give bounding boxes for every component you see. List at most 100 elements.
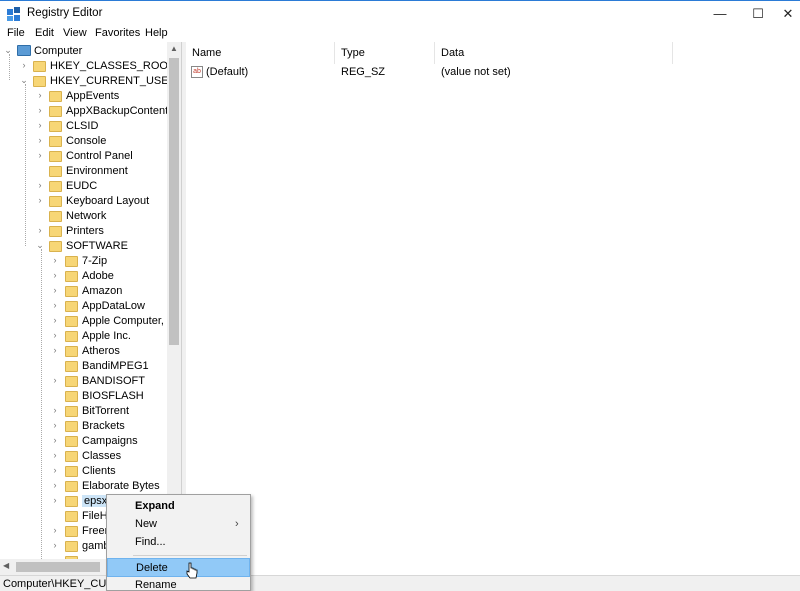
tree-item-label: Campaigns [82, 435, 138, 447]
chevron-right-icon[interactable]: › [50, 420, 60, 430]
tree-item-label: Atheros [82, 345, 120, 357]
folder-icon [65, 316, 78, 327]
chevron-right-icon[interactable]: › [50, 345, 60, 355]
tree-guide-line [9, 54, 10, 80]
chevron-right-icon[interactable]: › [50, 525, 60, 535]
menu-item-label: Rename [135, 579, 177, 591]
folder-icon [65, 406, 78, 417]
menu-item-find[interactable]: Find... [107, 533, 250, 552]
folder-icon [65, 511, 78, 522]
menu-item-label: Delete [136, 562, 168, 574]
chevron-right-icon[interactable]: › [35, 105, 45, 115]
chevron-right-icon[interactable]: › [50, 465, 60, 475]
chevron-right-icon[interactable]: › [35, 225, 45, 235]
tree-item-label: HKEY_CLASSES_ROOT [50, 60, 175, 72]
mouse-cursor-icon [186, 562, 198, 579]
tree-item-label: Clients [82, 465, 116, 477]
menu-item-delete[interactable]: Delete [107, 558, 250, 577]
status-path: Computer\HKEY_CURR [3, 578, 123, 590]
chevron-right-icon[interactable]: › [35, 180, 45, 190]
menu-help[interactable]: Help [145, 27, 168, 39]
menu-bar: File Edit View Favorites Help [0, 26, 800, 42]
tree-item-label: Adobe [82, 270, 114, 282]
chevron-right-icon[interactable]: › [50, 330, 60, 340]
folder-icon [65, 541, 78, 552]
chevron-right-icon[interactable]: › [50, 270, 60, 280]
tree-item-label: Network [66, 210, 107, 222]
folder-open-icon [49, 241, 62, 252]
chevron-right-icon[interactable]: › [35, 135, 45, 145]
menu-view[interactable]: View [63, 27, 87, 39]
scroll-up-icon[interactable]: ▲ [167, 42, 181, 56]
menu-favorites[interactable]: Favorites [95, 27, 140, 39]
chevron-right-icon[interactable]: › [50, 285, 60, 295]
menu-item-expand[interactable]: Expand [107, 497, 250, 516]
tree-guide-line [25, 84, 26, 246]
menu-item-new[interactable]: New › [107, 515, 250, 534]
chevron-right-icon[interactable]: › [50, 495, 60, 505]
menu-item-rename[interactable]: Rename [107, 576, 250, 591]
folder-icon [65, 361, 78, 372]
menu-edit[interactable]: Edit [35, 27, 54, 39]
tree-item-label: HKEY_CURRENT_USER [50, 75, 177, 87]
chevron-right-icon[interactable]: › [35, 150, 45, 160]
tree-item-label: BIOSFLASH [82, 390, 144, 402]
chevron-right-icon[interactable]: › [50, 435, 60, 445]
folder-icon [49, 91, 62, 102]
chevron-right-icon[interactable]: › [50, 315, 60, 325]
tree-item-label: Printers [66, 225, 104, 237]
folder-icon [65, 481, 78, 492]
folder-icon [49, 106, 62, 117]
tree-item-label: AppXBackupContentTy [66, 105, 180, 117]
chevron-right-icon[interactable]: › [50, 375, 60, 385]
folder-icon [65, 376, 78, 387]
chevron-right-icon[interactable]: › [50, 255, 60, 265]
value-type: REG_SZ [341, 66, 386, 78]
chevron-right-icon[interactable]: › [50, 300, 60, 310]
chevron-right-icon[interactable]: › [19, 60, 29, 70]
column-header-type[interactable]: Type [335, 42, 435, 64]
tree-item-label: Console [66, 135, 107, 147]
tree-guide-line [41, 249, 42, 575]
menu-separator [133, 555, 247, 556]
chevron-right-icon[interactable]: › [50, 450, 60, 460]
folder-icon [65, 301, 78, 312]
chevron-right-icon[interactable]: › [35, 120, 45, 130]
chevron-right-icon[interactable]: › [50, 405, 60, 415]
tree-item-label: SOFTWARE [66, 240, 128, 252]
computer-icon [17, 45, 31, 56]
column-header-name[interactable]: Name [186, 42, 335, 64]
tree-item-label: AppEvents [66, 90, 120, 102]
chevron-down-icon[interactable]: ⌄ [19, 75, 29, 86]
chevron-right-icon[interactable]: › [35, 195, 45, 205]
chevron-down-icon[interactable]: ⌄ [35, 240, 45, 251]
folder-icon [65, 331, 78, 342]
value-name: (Default) [206, 66, 249, 78]
scroll-left-icon[interactable]: ◀ [3, 561, 9, 570]
value-list[interactable]: Name Type Data ab (Default) REG_SZ (valu… [186, 42, 800, 575]
chevron-down-icon[interactable]: ⌄ [3, 45, 13, 56]
column-header-data[interactable]: Data [435, 42, 673, 64]
chevron-right-icon[interactable]: › [35, 90, 45, 100]
tree-item-label: BANDISOFT [82, 375, 145, 387]
tree-hscroll-thumb[interactable] [16, 562, 100, 572]
minimize-button[interactable]: — [700, 1, 740, 27]
menu-file[interactable]: File [7, 27, 25, 39]
folder-icon [65, 466, 78, 477]
context-menu: Expand New › Find... Delete Rename [106, 494, 251, 591]
value-row[interactable]: ab (Default) REG_SZ (value not set) [186, 64, 800, 81]
ab-string-icon: ab [191, 66, 203, 78]
close-button[interactable]: ✕ [768, 1, 800, 27]
registry-editor-icon [7, 7, 20, 21]
tree-item-label: BandiMPEG1 [82, 360, 149, 372]
chevron-right-icon[interactable]: › [50, 480, 60, 490]
folder-icon [65, 451, 78, 462]
tree-item-label: Apple Computer, Ir [82, 315, 174, 327]
folder-icon [49, 136, 62, 147]
menu-item-label: Find... [135, 536, 166, 548]
chevron-right-icon[interactable]: › [50, 540, 60, 550]
folder-icon [65, 286, 78, 297]
folder-icon [65, 391, 78, 402]
tree-scroll-thumb[interactable] [169, 58, 179, 345]
folder-icon [65, 256, 78, 267]
